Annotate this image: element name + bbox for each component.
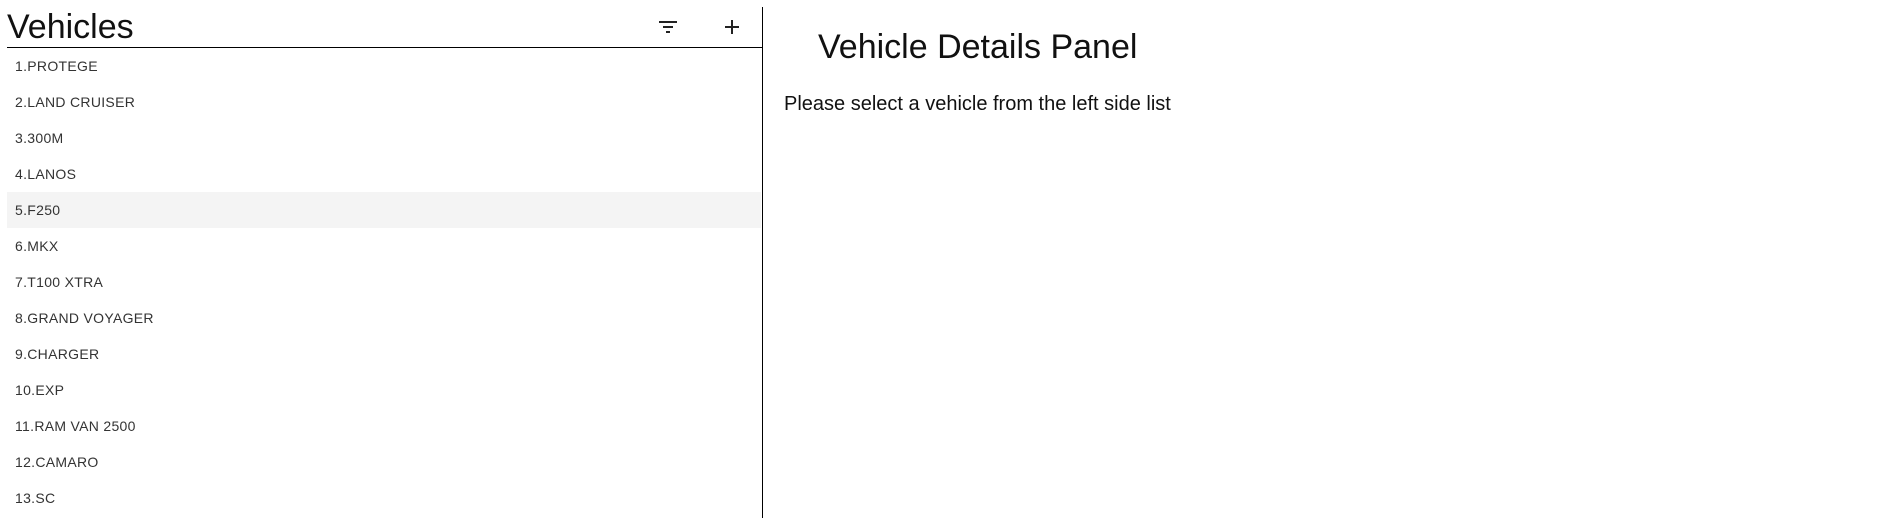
vehicle-list-header: Vehicles bbox=[7, 7, 762, 48]
filter-button[interactable] bbox=[652, 13, 684, 41]
vehicle-list-item[interactable]: 6.MKX bbox=[7, 228, 761, 264]
add-vehicle-button[interactable] bbox=[716, 13, 748, 41]
vehicle-list-panel: Vehicles 1.PROTEGE 2.LAND CRUISER 3.300M… bbox=[7, 7, 763, 518]
vehicle-list-item[interactable]: 9.CHARGER bbox=[7, 336, 761, 372]
details-panel-title: Vehicle Details Panel bbox=[818, 28, 1138, 66]
vehicle-list-item[interactable]: 1.PROTEGE bbox=[7, 48, 761, 84]
vehicle-list-item[interactable]: 2.LAND CRUISER bbox=[7, 84, 761, 120]
vehicle-list-item[interactable]: 13.SC bbox=[7, 480, 761, 516]
vehicle-app: Vehicles 1.PROTEGE 2.LAND CRUISER 3.300M… bbox=[0, 0, 1898, 518]
vehicle-list-item[interactable]: 3.300M bbox=[7, 120, 761, 156]
vehicle-list-item[interactable]: 4.LANOS bbox=[7, 156, 761, 192]
vehicle-list-item[interactable]: 5.F250 bbox=[7, 192, 761, 228]
filter-icon bbox=[659, 21, 677, 33]
vehicle-list-item[interactable]: 11.RAM VAN 2500 bbox=[7, 408, 761, 444]
vehicle-list-item[interactable]: 10.EXP bbox=[7, 372, 761, 408]
plus-icon bbox=[725, 20, 739, 34]
details-empty-message: Please select a vehicle from the left si… bbox=[784, 93, 1171, 115]
vehicle-list-item[interactable]: 12.CAMARO bbox=[7, 444, 761, 480]
vehicle-list-item[interactable]: 7.T100 XTRA bbox=[7, 264, 761, 300]
vehicle-list-title: Vehicles bbox=[7, 8, 134, 46]
vehicle-list-item[interactable]: 8.GRAND VOYAGER bbox=[7, 300, 761, 336]
vehicle-list: 1.PROTEGE 2.LAND CRUISER 3.300M 4.LANOS … bbox=[7, 48, 762, 516]
vehicle-details-panel: Vehicle Details Panel Please select a ve… bbox=[763, 0, 1898, 518]
